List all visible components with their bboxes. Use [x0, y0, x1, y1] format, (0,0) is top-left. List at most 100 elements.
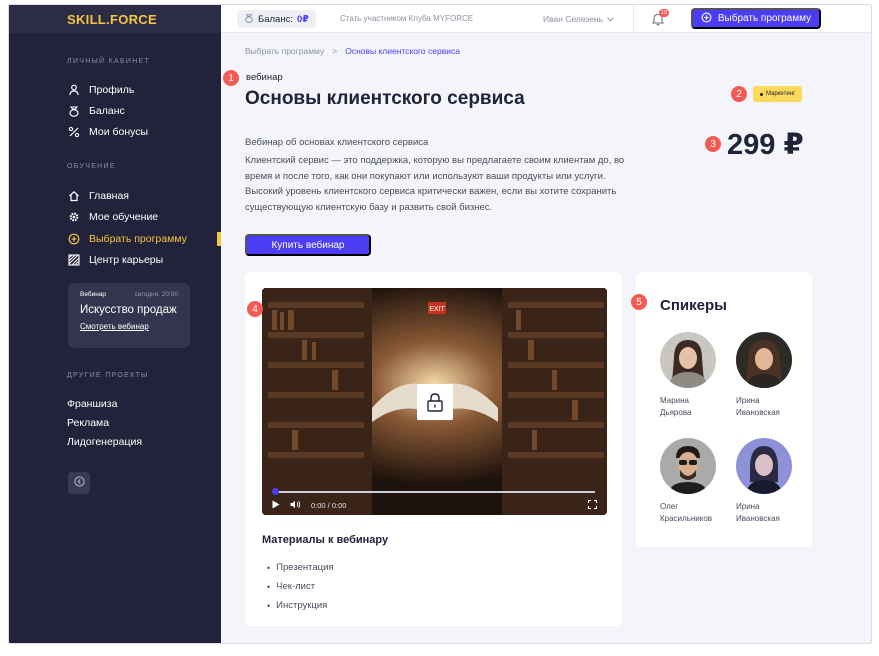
- app-window: SKILL.FORCE ЛИЧНЫЙ КАБИНЕТ Профиль Балан…: [8, 4, 872, 644]
- speaker-first-name: Ирина: [736, 502, 760, 511]
- sidebar-item-profile[interactable]: Профиль: [67, 82, 134, 98]
- annotation-badge: 2: [731, 86, 747, 102]
- material-label: Презентация: [276, 562, 334, 573]
- speaker-name: Ирина Ивановская: [736, 501, 811, 524]
- section-title-other: ДРУГИЕ ПРОЕКТЫ: [67, 372, 149, 379]
- svg-text:EXIT: EXIT: [429, 306, 445, 313]
- join-club-link[interactable]: Стать участником Клуба MYFORCE: [340, 14, 473, 23]
- speaker-first-name: Марина: [660, 396, 689, 405]
- video-player[interactable]: EXIT 0:00 / 0:00: [262, 288, 607, 515]
- list-item[interactable]: Чек-лист: [267, 577, 334, 596]
- sidebar-item-bonuses[interactable]: Мои бонусы: [67, 124, 148, 140]
- page-title: Основы клиентского сервиса: [245, 88, 525, 109]
- sidebar-item-label: Мои бонусы: [89, 126, 149, 138]
- speakers-card: Спикеры Марина Дьярова Ирина Ивановская: [636, 272, 812, 547]
- material-label: Чек-лист: [276, 581, 316, 592]
- breadcrumb-current: Основы клиентского сервиса: [345, 46, 460, 56]
- user-name: Иван Селезень: [543, 14, 604, 24]
- video-card: EXIT 0:00 / 0:00 Материалы к вебинару • …: [245, 272, 622, 626]
- play-icon[interactable]: [272, 500, 280, 511]
- product-type: вебинар: [246, 72, 283, 83]
- description-title: Вебинар об основах клиентского сервиса: [245, 137, 429, 148]
- materials-list: Презентация Чек-лист Инструкция: [267, 558, 334, 615]
- materials-title: Материалы к вебинару: [262, 534, 389, 546]
- collapse-sidebar-button[interactable]: [68, 472, 90, 494]
- sidebar-item-my-learning[interactable]: Мое обучение: [67, 209, 158, 225]
- avatar: [736, 332, 792, 388]
- choose-program-label: Выбрать программу: [717, 13, 812, 24]
- sidebar-item-balance[interactable]: Баланс: [67, 103, 125, 119]
- breadcrumb-separator: >: [332, 46, 338, 56]
- sidebar-item-leadgen[interactable]: Лидогенерация: [67, 436, 142, 448]
- list-item[interactable]: Презентация: [267, 558, 334, 577]
- logo[interactable]: SKILL.FORCE: [67, 12, 157, 27]
- speakers-title: Спикеры: [660, 297, 727, 314]
- percent-icon: [67, 126, 80, 139]
- header-divider: [633, 5, 634, 33]
- description-text: Клиентский сервис — это поддержка, котор…: [245, 155, 625, 213]
- sidebar-item-label: Выбрать программу: [89, 233, 187, 245]
- webinar-card[interactable]: Вебинар сегодня, 20:00 Искусство продаж …: [68, 283, 190, 348]
- speaker-last-name: Ивановская: [736, 513, 780, 523]
- balance-pill[interactable]: Баланс: 0₽: [237, 10, 316, 28]
- gear-icon: [67, 211, 80, 224]
- sidebar-item-label: Мое обучение: [89, 211, 159, 223]
- sidebar: SKILL.FORCE ЛИЧНЫЙ КАБИНЕТ Профиль Балан…: [9, 5, 221, 643]
- avatar: [660, 438, 716, 494]
- sidebar-item-label: Главная: [89, 190, 129, 202]
- sidebar-item-choose-program[interactable]: Выбрать программу: [67, 231, 187, 247]
- choose-program-button[interactable]: Выбрать программу: [691, 8, 821, 29]
- annotation-badge: 1: [223, 70, 239, 86]
- speaker-first-name: Ирина: [736, 396, 760, 405]
- sidebar-item-label: Профиль: [89, 84, 135, 96]
- annotation-badge: 3: [705, 136, 721, 152]
- webinar-card-meta: Вебинар сегодня, 20:00: [80, 291, 178, 298]
- top-header: Баланс: 0₽ Стать участником Клуба MYFORC…: [221, 5, 871, 33]
- annotation-badge: 4: [247, 301, 263, 317]
- plus-circle-icon: [701, 12, 712, 26]
- sidebar-item-career[interactable]: Центр карьеры: [67, 252, 163, 268]
- video-time: 0:00 / 0:00: [311, 500, 347, 510]
- material-label: Инструкция: [276, 600, 328, 611]
- breadcrumb-item[interactable]: Выбрать программу: [245, 46, 324, 56]
- speaker-name: Марина Дьярова: [660, 395, 735, 418]
- webinar-card-title: Искусство продаж: [80, 304, 177, 316]
- logo-bar: SKILL.FORCE: [9, 5, 221, 33]
- speaker-name: Олег Красильников: [660, 501, 735, 524]
- speaker-first-name: Олег: [660, 502, 679, 511]
- sidebar-item-label: Баланс: [89, 105, 125, 117]
- list-item[interactable]: Инструкция: [267, 596, 334, 615]
- profile-icon: [67, 84, 80, 97]
- video-progress-knob[interactable]: [272, 488, 279, 495]
- speaker-card[interactable]: Олег Красильников: [660, 438, 735, 524]
- speaker-last-name: Ивановская: [736, 407, 780, 417]
- avatar: [736, 438, 792, 494]
- breadcrumb: Выбрать программу > Основы клиентского с…: [245, 46, 460, 56]
- plus-circle-icon: [67, 233, 80, 246]
- section-title-personal: ЛИЧНЫЙ КАБИНЕТ: [67, 58, 151, 65]
- price: 299 ₽: [727, 129, 804, 161]
- fullscreen-icon[interactable]: [588, 499, 597, 511]
- speaker-card[interactable]: Марина Дьярова: [660, 332, 735, 418]
- speaker-last-name: Дьярова: [660, 407, 692, 417]
- video-progress-bar[interactable]: [274, 491, 595, 493]
- sidebar-item-ads[interactable]: Реклама: [67, 417, 109, 429]
- lock-icon: [417, 384, 453, 420]
- video-controls: 0:00 / 0:00: [262, 495, 607, 515]
- grid-icon: [67, 254, 80, 267]
- tag-dot: [760, 92, 763, 96]
- webinar-badge: Вебинар: [80, 291, 107, 298]
- section-title-learning: ОБУЧЕНИЕ: [67, 163, 116, 170]
- sidebar-item-franchise[interactable]: Франшиза: [67, 398, 117, 410]
- balance-value: 0₽: [296, 13, 309, 25]
- watch-webinar-link[interactable]: Смотреть вебинар: [80, 322, 149, 331]
- sidebar-item-home[interactable]: Главная: [67, 188, 129, 204]
- speaker-card[interactable]: Ирина Ивановская: [736, 438, 811, 524]
- speaker-card[interactable]: Ирина Ивановская: [736, 332, 811, 418]
- active-indicator: [217, 232, 221, 246]
- category-tag-label: Маркетинг: [766, 91, 796, 97]
- wallet-icon: [67, 105, 80, 118]
- volume-icon[interactable]: [290, 500, 301, 511]
- buy-webinar-button[interactable]: Купить вебинар: [245, 234, 371, 256]
- user-menu[interactable]: Иван Селезень: [543, 14, 614, 24]
